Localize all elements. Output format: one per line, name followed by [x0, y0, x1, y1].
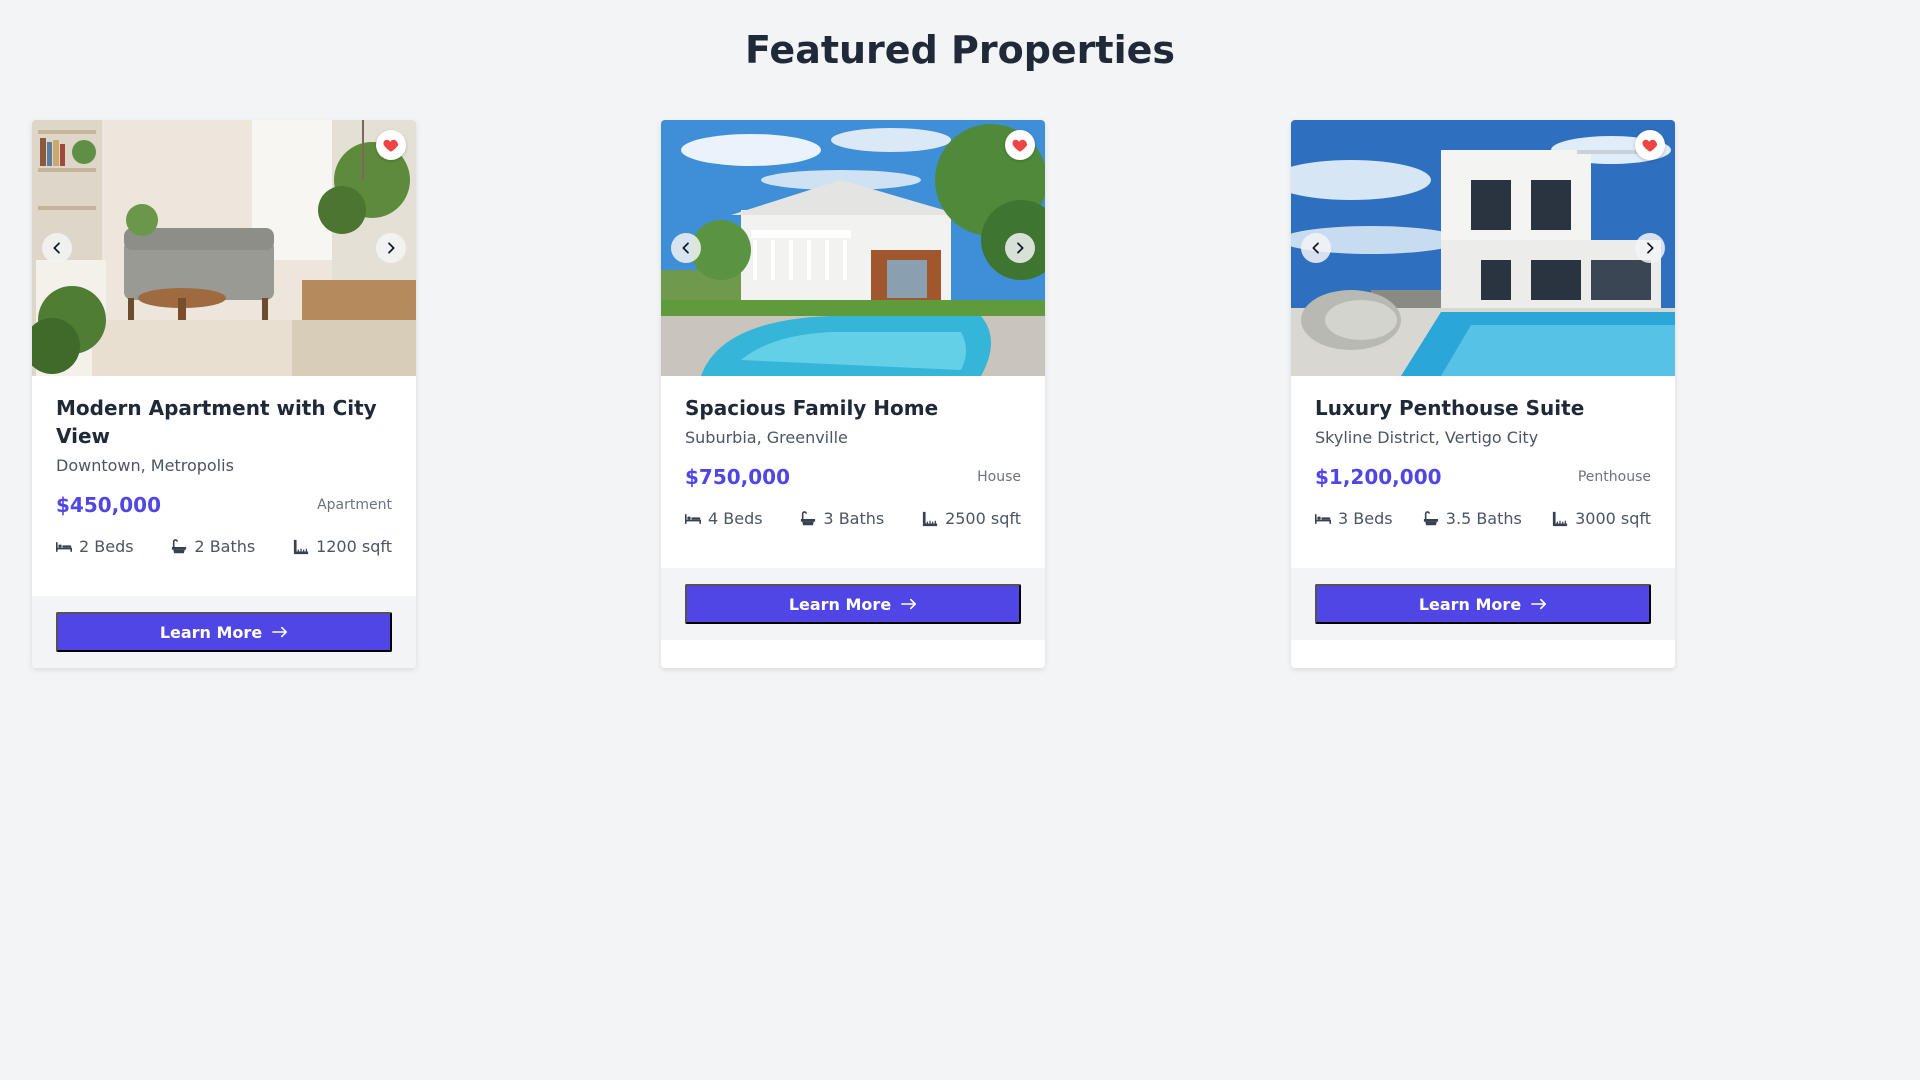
favorite-button[interactable] [1005, 130, 1035, 160]
property-card: Modern Apartment with City View Downtown… [32, 120, 416, 668]
card-footer: Learn More [661, 568, 1045, 640]
heart-icon [1641, 136, 1659, 154]
chevron-left-icon [1308, 240, 1324, 256]
arrow-right-icon [272, 626, 288, 638]
property-features: 2 Beds 2 Baths 1200 sqft [56, 537, 392, 556]
baths-count: 2 Baths [194, 537, 256, 556]
learn-more-button[interactable]: Learn More [1315, 584, 1651, 624]
property-price: $1,200,000 [1315, 465, 1442, 489]
page-title: Featured Properties [745, 28, 1175, 72]
ruler-icon [293, 539, 309, 555]
property-price: $450,000 [56, 493, 162, 517]
carousel-next-button[interactable] [376, 233, 406, 263]
learn-more-button[interactable]: Learn More [685, 584, 1021, 624]
heart-icon [1011, 136, 1029, 154]
bath-icon [1423, 511, 1439, 527]
heart-icon [382, 136, 400, 154]
chevron-left-icon [678, 240, 694, 256]
card-footer: Learn More [32, 596, 416, 668]
chevron-right-icon [1642, 240, 1658, 256]
bed-icon [56, 541, 72, 553]
property-photo [32, 120, 416, 376]
favorite-button[interactable] [376, 130, 406, 160]
learn-more-label: Learn More [1418, 594, 1522, 614]
property-type: Penthouse [1577, 469, 1651, 485]
baths-feature: 2 Baths [171, 537, 255, 556]
area-value: 3000 sqft [1575, 509, 1651, 528]
beds-count: 4 Beds [708, 509, 763, 528]
learn-more-label: Learn More [159, 622, 263, 642]
area-value: 2500 sqft [945, 509, 1021, 528]
carousel-next-button[interactable] [1635, 233, 1665, 263]
carousel-next-button[interactable] [1005, 233, 1035, 263]
property-card: Spacious Family Home Suburbia, Greenvill… [661, 120, 1045, 668]
bed-icon [685, 513, 701, 525]
property-title: Modern Apartment with City View [56, 396, 377, 448]
favorite-button[interactable] [1635, 130, 1665, 160]
property-type: Apartment [317, 497, 392, 513]
property-photo [1291, 120, 1675, 376]
property-image-carousel [661, 120, 1045, 376]
area-feature: 1200 sqft [293, 537, 392, 556]
baths-count: 3 Baths [823, 509, 885, 528]
bath-icon [171, 539, 187, 555]
arrow-right-icon [901, 598, 917, 610]
property-features: 4 Beds 3 Baths 2500 sqft [685, 509, 1021, 528]
property-location: Skyline District, Vertigo City [1315, 428, 1539, 447]
learn-more-button[interactable]: Learn More [56, 612, 392, 652]
carousel-prev-button[interactable] [1301, 233, 1331, 263]
area-value: 1200 sqft [316, 537, 392, 556]
arrow-right-icon [1531, 598, 1547, 610]
property-photo [661, 120, 1045, 376]
baths-feature: 3 Baths [800, 509, 884, 528]
property-card: Luxury Penthouse Suite Skyline District,… [1291, 120, 1675, 668]
card-footer: Learn More [1291, 568, 1675, 640]
ruler-icon [922, 511, 938, 527]
beds-count: 2 Beds [79, 537, 134, 556]
property-title: Spacious Family Home [685, 396, 939, 420]
beds-count: 3 Beds [1338, 509, 1393, 528]
baths-count: 3.5 Baths [1445, 509, 1522, 528]
beds-feature: 2 Beds [56, 537, 134, 556]
property-type: House [977, 469, 1021, 485]
chevron-left-icon [49, 240, 65, 256]
bed-icon [1315, 513, 1331, 525]
carousel-prev-button[interactable] [671, 233, 701, 263]
property-location: Suburbia, Greenville [685, 428, 848, 447]
area-feature: 3000 sqft [1552, 509, 1651, 528]
property-title: Luxury Penthouse Suite [1315, 396, 1585, 420]
area-feature: 2500 sqft [922, 509, 1021, 528]
baths-feature: 3.5 Baths [1423, 509, 1522, 528]
property-image-carousel [32, 120, 416, 376]
property-image-carousel [1291, 120, 1675, 376]
beds-feature: 4 Beds [685, 509, 763, 528]
chevron-right-icon [383, 240, 399, 256]
property-location: Downtown, Metropolis [56, 456, 234, 475]
carousel-prev-button[interactable] [42, 233, 72, 263]
ruler-icon [1552, 511, 1568, 527]
property-price: $750,000 [685, 465, 791, 489]
bath-icon [800, 511, 816, 527]
learn-more-label: Learn More [788, 594, 892, 614]
beds-feature: 3 Beds [1315, 509, 1393, 528]
chevron-right-icon [1012, 240, 1028, 256]
property-features: 3 Beds 3.5 Baths 3000 sqft [1315, 509, 1651, 528]
